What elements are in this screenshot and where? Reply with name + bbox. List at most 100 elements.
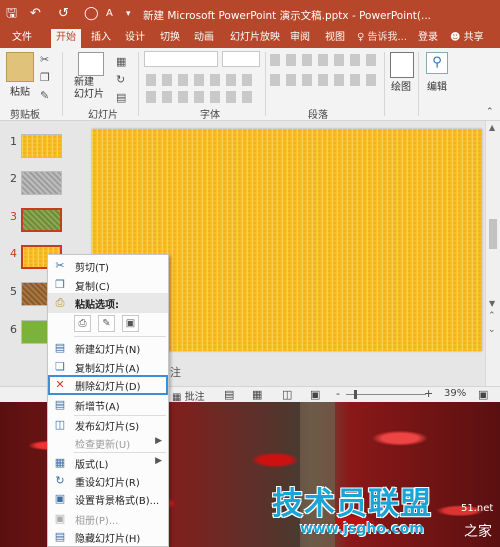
share-icon: ☻: [450, 32, 461, 43]
tab-slideshow[interactable]: 幻灯片放映: [230, 31, 280, 45]
menu-item-layout[interactable]: ▦ 版式(L) ▶: [48, 453, 168, 473]
slide-thumbnail-2[interactable]: [21, 171, 62, 195]
font-effect-buttons[interactable]: [146, 91, 256, 103]
ribbon: 粘贴 ✂ ❐ ✎ 剪贴板 新建 幻灯片 ▦ ↻ ▤ 幻灯片 字体 段落 绘图 ⚲…: [0, 48, 500, 121]
section-icon[interactable]: ▤: [116, 92, 126, 104]
menu-item-check-updates[interactable]: 检查更新(U) ▶: [48, 433, 168, 453]
reset-slide-icon: ↻: [55, 474, 65, 487]
watermark-fragment: 51.net: [461, 503, 494, 514]
previous-slide-icon[interactable]: ⌃: [488, 311, 496, 321]
tell-me-search[interactable]: ♀ 告诉我...: [357, 31, 407, 45]
paste-button-label[interactable]: 粘贴: [10, 83, 30, 98]
format-painter-icon[interactable]: ✎: [40, 90, 49, 102]
find-icon[interactable]: ⚲: [426, 52, 448, 74]
window-title: 新建 Microsoft PowerPoint 演示文稿.pptx - Powe…: [143, 10, 432, 22]
paste-icon[interactable]: [6, 52, 34, 82]
menu-item-publish-slides[interactable]: ◫ 发布幻灯片(S): [48, 415, 168, 435]
menu-item-paste-options-header: ⎙ 粘贴选项:: [48, 293, 168, 313]
tab-file[interactable]: 文件: [12, 31, 32, 45]
menu-item-reset-slide[interactable]: ↻ 重设幻灯片(R): [48, 471, 168, 491]
slide-thumbnail-1[interactable]: [21, 134, 62, 158]
customize-quick-access-icon[interactable]: ▾: [126, 6, 131, 22]
notes-toggle[interactable]: ▦ 批注: [172, 388, 205, 403]
submenu-arrow-icon: ▶: [155, 456, 162, 466]
slideshow-view-icon[interactable]: ▣: [310, 388, 320, 401]
list-buttons[interactable]: [270, 54, 380, 66]
shapes-icon[interactable]: [390, 52, 414, 78]
font-size-icon[interactable]: A: [106, 6, 113, 22]
normal-view-icon[interactable]: ▤: [224, 388, 234, 401]
cut-icon[interactable]: ✂: [40, 54, 49, 66]
scrollbar-thumb[interactable]: [489, 219, 497, 249]
font-name-dropdown[interactable]: [144, 51, 218, 67]
menu-item-photo-album[interactable]: ▣ 相册(P)...: [48, 509, 168, 529]
copy-icon[interactable]: ❐: [40, 72, 50, 84]
alignment-buttons[interactable]: [270, 74, 380, 86]
zoom-slider[interactable]: [346, 394, 426, 395]
reset-icon[interactable]: ↻: [116, 74, 125, 86]
slide-number: 3: [10, 210, 17, 223]
format-background-icon: ▣: [54, 492, 66, 505]
save-icon[interactable]: 🖫: [6, 6, 17, 22]
start-from-beginning-icon[interactable]: ◯: [84, 6, 99, 22]
paste-keep-source-formatting-icon[interactable]: ✎: [98, 315, 115, 332]
undo-icon[interactable]: ↶: [30, 6, 41, 22]
ribbon-separator: [62, 52, 63, 116]
paste-picture-icon[interactable]: ▣: [122, 315, 139, 332]
share-label: 共享: [463, 32, 484, 43]
sign-in-link[interactable]: 登录: [418, 31, 438, 45]
watermark-home-text: 之家: [464, 524, 492, 540]
editing-button-label[interactable]: 编辑: [427, 78, 447, 93]
slide-number: 4: [10, 247, 17, 260]
menu-item-new-slide[interactable]: ▤ 新建幻灯片(N): [48, 338, 168, 358]
duplicate-slide-icon: ❏: [55, 360, 65, 373]
tab-transitions[interactable]: 切换: [160, 31, 180, 45]
collapse-ribbon-icon[interactable]: ⌃: [486, 106, 494, 118]
menu-item-cut[interactable]: ✂ 剪切(T): [48, 256, 168, 276]
tab-home[interactable]: 开始: [51, 29, 81, 48]
fit-to-window-icon[interactable]: ▣: [478, 388, 488, 401]
zoom-level[interactable]: 39%: [444, 388, 466, 399]
tab-review[interactable]: 审阅: [290, 31, 310, 45]
slide-number: 2: [10, 172, 17, 185]
paste-use-destination-theme-icon[interactable]: ⎙: [74, 315, 91, 332]
zoom-out-button[interactable]: -: [336, 387, 340, 400]
new-slide-icon[interactable]: [78, 52, 104, 76]
paste-icon: ⎙: [55, 296, 65, 309]
tab-animations[interactable]: 动画: [194, 31, 214, 45]
zoom-slider-thumb[interactable]: [354, 390, 357, 399]
slide-thumbnail-3[interactable]: [21, 208, 62, 232]
drawing-button-label[interactable]: 绘图: [391, 78, 411, 93]
font-formatting-buttons[interactable]: [146, 74, 256, 86]
menu-item-format-background[interactable]: ▣ 设置背景格式(B)...: [48, 489, 168, 509]
layout-icon[interactable]: ▦: [116, 56, 126, 68]
menu-item-duplicate-slide[interactable]: ❏ 复制幻灯片(A): [48, 357, 168, 377]
tab-design[interactable]: 设计: [125, 31, 145, 45]
reading-view-icon[interactable]: ◫: [282, 388, 292, 401]
photo-album-icon: ▣: [54, 512, 66, 525]
tab-insert[interactable]: 插入: [91, 31, 111, 45]
share-button[interactable]: ☻ 共享: [450, 31, 484, 45]
notes-pane-hint[interactable]: 注: [170, 364, 181, 380]
zoom-in-button[interactable]: +: [424, 387, 433, 400]
menu-item-hide-slide[interactable]: ▤ 隐藏幻灯片(H): [48, 527, 168, 547]
ribbon-separator: [384, 52, 385, 116]
vertical-scrollbar[interactable]: ▲ ▼ ⌃ ⌄: [485, 121, 500, 386]
font-size-dropdown[interactable]: [222, 51, 260, 67]
next-slide-icon[interactable]: ⌄: [488, 325, 496, 335]
tab-view[interactable]: 视图: [325, 31, 345, 45]
scroll-up-icon[interactable]: ▲: [489, 123, 495, 132]
menu-item-copy[interactable]: ❐ 复制(C): [48, 275, 168, 295]
ribbon-separator: [138, 52, 139, 116]
ribbon-separator: [418, 52, 419, 116]
redo-icon[interactable]: ↺: [58, 6, 69, 22]
scissors-icon: ✂: [55, 259, 65, 272]
paste-options: ⎙ ✎ ▣: [74, 315, 164, 333]
slide-number: 5: [10, 285, 17, 298]
menu-item-add-section[interactable]: ▤ 新增节(A): [48, 395, 168, 415]
menu-item-delete-slide[interactable]: ✕ 删除幻灯片(D): [48, 375, 168, 395]
watermark-url: www.jsgho.com: [300, 521, 424, 537]
new-slide-button-label[interactable]: 新建 幻灯片: [74, 77, 104, 101]
slide-sorter-icon[interactable]: ▦: [252, 388, 262, 401]
scroll-down-icon[interactable]: ▼: [489, 299, 495, 308]
